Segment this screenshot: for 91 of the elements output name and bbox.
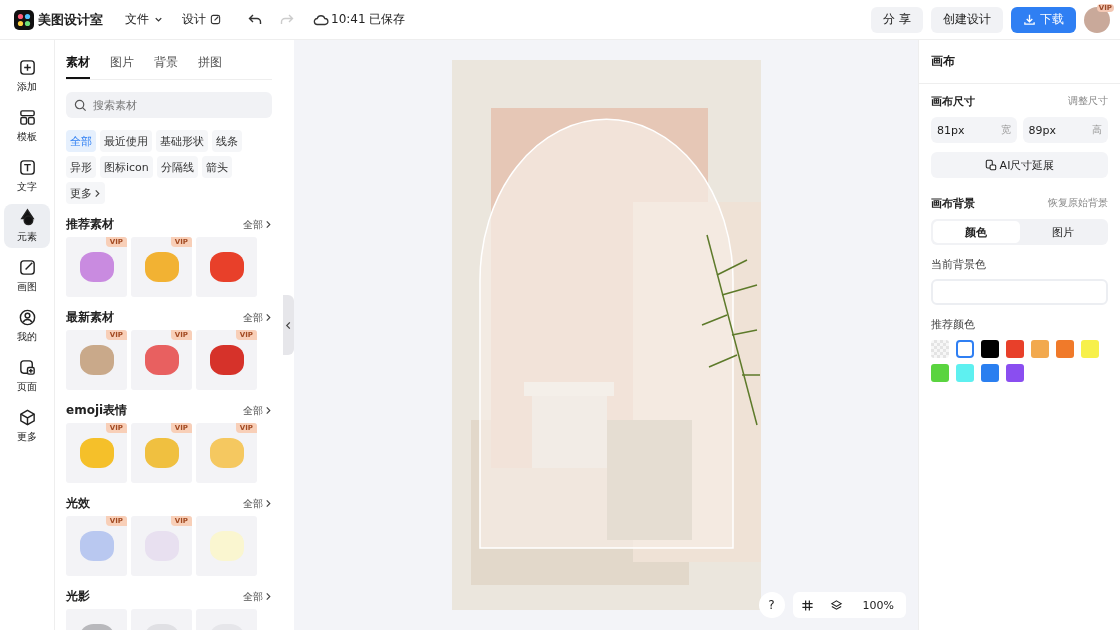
chevron-icon [265,313,272,322]
header-button[interactable]: 下载 [1011,6,1076,33]
resize-icon [984,159,997,171]
section-title: 光影 [66,588,90,605]
header-button[interactable]: 分 享 [871,6,923,33]
chevron-icon [265,406,272,415]
section-title: 推荐素材 [66,216,114,233]
color-swatch[interactable] [931,364,949,382]
app-logo-icon [14,9,34,30]
color-swatch[interactable] [1006,340,1024,358]
header-button[interactable]: 创建设计 [931,6,1003,33]
rail-item[interactable]: 模板 [4,104,50,148]
layers-icon[interactable] [829,598,843,612]
rail-item[interactable]: 我的 [4,304,50,348]
rail-item[interactable]: 添加 [4,54,50,98]
avatar[interactable] [1084,6,1110,33]
filter-chip[interactable]: 基础形状 [156,130,208,152]
color-swatch[interactable] [981,364,999,382]
color-swatch[interactable] [1056,340,1074,358]
page-add-icon [17,358,37,377]
filter-chip[interactable]: 箭头 [201,156,232,178]
save-status: 10:41 已保存 [331,11,406,28]
reset-background-link[interactable]: 恢复原始背景 [1048,197,1108,210]
filter-chip[interactable]: 更多 [66,182,105,204]
chevron-icon [285,320,292,330]
user-icon [17,308,37,327]
segment-option[interactable]: 颜色 [933,221,1020,243]
menu-button[interactable]: 设计 [182,11,221,28]
chevron-icon [265,220,272,229]
height-field[interactable]: 89px 高 [1022,117,1108,143]
chevron-icon [265,592,272,601]
see-all-link[interactable]: 全部 [243,310,272,325]
color-swatch[interactable] [1031,340,1049,358]
color-swatch[interactable] [956,340,974,358]
width-field[interactable]: 81px 宽 [931,117,1017,143]
section-title: emoji表情 [66,402,128,419]
filter-chip[interactable]: 图标icon [100,156,153,178]
rail-item[interactable]: 页面 [4,354,50,398]
field-label: 推荐颜色 [931,317,976,332]
see-all-link[interactable]: 全部 [243,217,272,232]
segment-option[interactable]: 图片 [1019,221,1106,243]
zoom-level[interactable]: 100% [858,598,898,612]
inspector-title: 画布 [919,40,1120,84]
color-swatch[interactable] [931,340,949,358]
sticker-thumbnail[interactable] [196,516,257,576]
grid-icon[interactable] [800,598,814,612]
color-swatch[interactable] [981,340,999,358]
chevron-icon [265,499,272,508]
rail-item[interactable]: 文字 [4,154,50,198]
plus-icon [17,58,37,77]
app-name: 美图设计室 [38,10,103,29]
poster-drawing[interactable] [451,60,761,610]
search-field[interactable]: 搜索素材 [91,97,235,113]
sticker-thumbnail[interactable] [196,237,257,297]
filter-chip[interactable]: 最近使用 [100,130,152,152]
cube-icon [17,408,37,427]
edit-icon [17,258,37,277]
section-title: 最新素材 [66,309,114,326]
section-label: 画布背景 [931,196,975,211]
color-swatch[interactable] [956,364,974,382]
search-field[interactable]: 搜索素材 [66,92,272,118]
filter-chip[interactable]: 线条 [212,130,242,152]
collapse-handle[interactable] [283,295,294,355]
color-swatch[interactable] [1081,340,1099,358]
filter-chip[interactable]: 分隔线 [156,156,198,178]
layout-icon [17,108,37,127]
section-label: 画布尺寸 [931,94,975,109]
panel-tab[interactable]: 素材 [66,52,90,79]
panel-tab[interactable]: 图片 [110,52,134,79]
search-icon [74,98,87,112]
help-button[interactable]: ? [758,592,785,618]
panel-tab[interactable]: 拼图 [198,52,222,79]
panel-tab[interactable]: 背景 [154,52,178,79]
resize-link[interactable]: 调整尺寸 [1068,95,1108,108]
see-all-link[interactable]: 全部 [243,496,272,511]
filter-chip[interactable]: 异形 [66,156,96,178]
color-swatch[interactable] [1006,364,1024,382]
see-all-link[interactable]: 全部 [243,589,272,604]
menu-button[interactable]: 文件 [125,11,164,28]
see-all-link[interactable]: 全部 [243,403,272,418]
ai-extend-button[interactable]: AI尺寸延展 [931,152,1108,178]
filter-chip[interactable]: 全部 [66,130,96,152]
text-icon [17,158,37,177]
rail-item[interactable]: 画图 [4,254,50,298]
field-label: 当前背景色 [931,257,987,272]
rail-item[interactable]: 元素 [4,204,50,248]
chevron-icon [94,188,101,198]
edit-icon [210,14,221,25]
rail-item[interactable]: 更多 [4,404,50,448]
download-icon [1023,13,1036,26]
section-title: 光效 [66,495,90,512]
